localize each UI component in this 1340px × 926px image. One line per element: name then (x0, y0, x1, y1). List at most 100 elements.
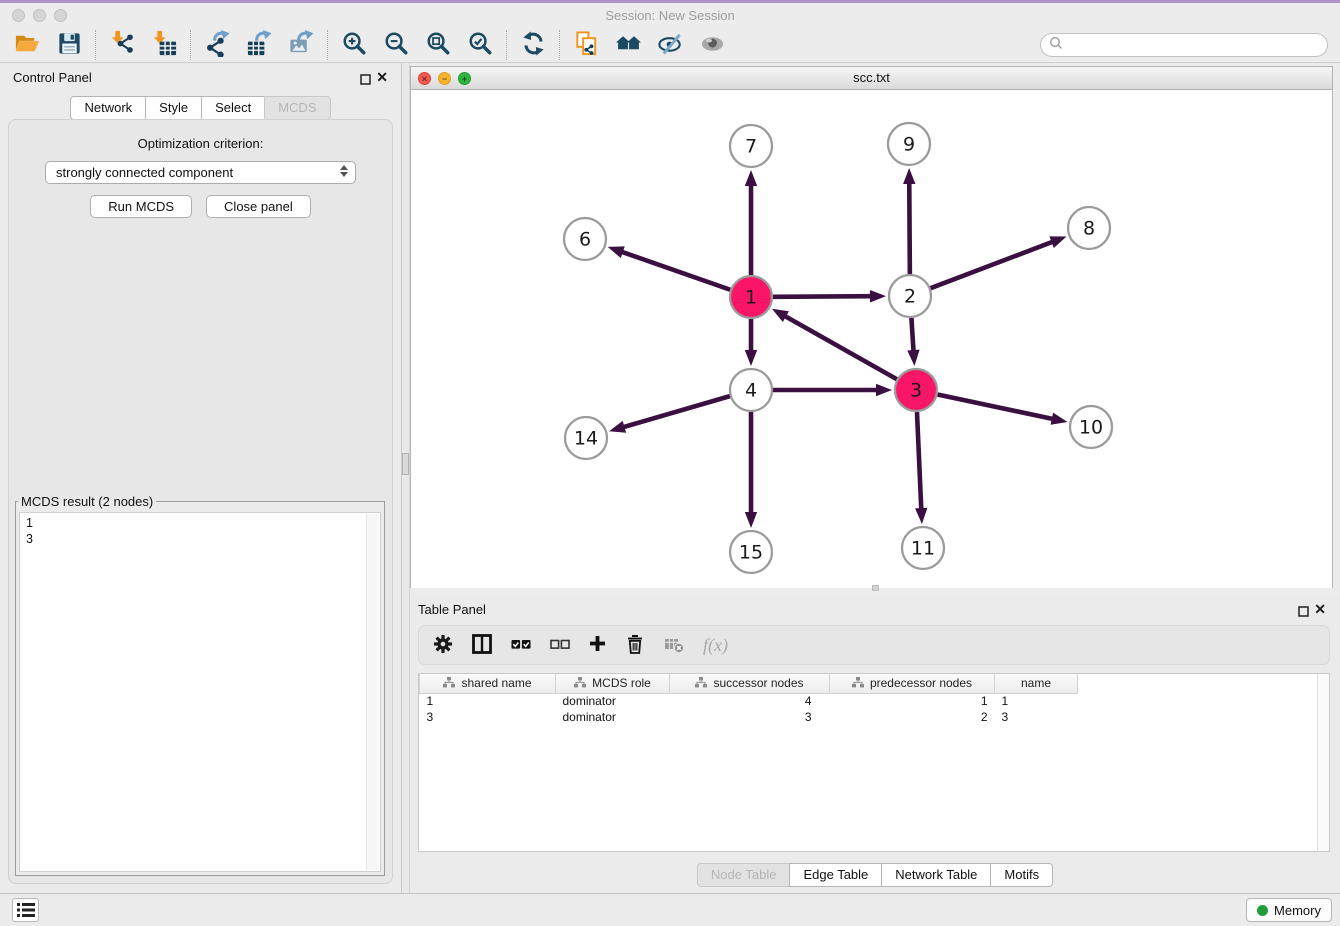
tab-network-table[interactable]: Network Table (881, 863, 991, 887)
column-header-successor-nodes[interactable]: successor nodes (670, 674, 830, 693)
tab-mcds[interactable]: MCDS (264, 96, 330, 120)
network-close-button[interactable]: × (418, 72, 431, 85)
table-cell[interactable]: dominator (556, 709, 670, 725)
export-table-button[interactable] (238, 29, 280, 61)
graph-node-label: 4 (745, 380, 757, 402)
mcds-panel: Optimization criterion: strongly connect… (8, 119, 393, 884)
homes-button[interactable] (607, 29, 649, 61)
table-cell[interactable]: 4 (670, 693, 830, 709)
add-column-button[interactable] (589, 631, 606, 659)
table-cell[interactable]: 2 (830, 709, 995, 725)
delete-column-button[interactable] (625, 631, 645, 659)
import-network-button[interactable] (101, 29, 143, 61)
resize-handle[interactable] (872, 585, 879, 591)
close-panel-icon[interactable]: ✕ (376, 69, 388, 85)
close-panel-button[interactable]: Close panel (206, 195, 311, 218)
table-row[interactable]: 1dominator411 (420, 693, 1078, 709)
deselect-all-icon (550, 637, 570, 654)
folder-open-button[interactable] (6, 29, 48, 61)
zoom-out-button[interactable] (375, 29, 417, 61)
network-graph[interactable]: 1234678910111415 (411, 90, 1332, 586)
network-window-titlebar[interactable]: × − + scc.txt (410, 66, 1333, 90)
edge-arrowhead (745, 512, 757, 528)
save-button[interactable] (48, 29, 90, 61)
zoom-fit-button[interactable] (417, 29, 459, 61)
column-header-name[interactable]: name (995, 674, 1078, 693)
splitter-grip[interactable] (402, 453, 409, 475)
network-zoom-button[interactable]: + (458, 72, 471, 85)
edge-arrowhead (915, 508, 927, 524)
result-scrollbar[interactable] (366, 514, 379, 870)
column-header-MCDS-role[interactable]: MCDS role (556, 674, 670, 693)
delete-table-button[interactable] (664, 631, 684, 659)
edge-2-9[interactable] (909, 181, 910, 274)
graph-node-label: 15 (739, 542, 763, 564)
table-cell[interactable]: dominator (556, 693, 670, 709)
refresh-button[interactable] (512, 29, 554, 61)
table-cell[interactable]: 1 (830, 693, 995, 709)
edge-1-2[interactable] (773, 296, 873, 297)
edge-3-10[interactable] (938, 395, 1055, 420)
eye-slash-button[interactable] (649, 29, 691, 61)
tab-select[interactable]: Select (201, 96, 265, 120)
search-box[interactable] (1040, 33, 1328, 57)
network-view-canvas[interactable]: 1234678910111415 (410, 90, 1333, 588)
table-cell[interactable]: 3 (670, 709, 830, 725)
table-cell[interactable]: 3 (995, 709, 1078, 725)
edge-3-1[interactable] (783, 315, 897, 379)
graph-node-label: 14 (574, 428, 598, 450)
import-table-button[interactable] (143, 29, 185, 61)
table-cell[interactable]: 3 (420, 709, 556, 725)
edge-2-3[interactable] (911, 318, 913, 353)
toolbar-separator (506, 30, 507, 60)
zoom-selected-button[interactable] (459, 29, 501, 61)
tab-network[interactable]: Network (70, 96, 146, 120)
columns-button[interactable] (472, 631, 492, 659)
export-network-button[interactable] (196, 29, 238, 61)
select-all-button[interactable] (511, 631, 531, 659)
table-cell[interactable]: 1 (420, 693, 556, 709)
table-panel-header: Table Panel ✕ (410, 595, 1340, 625)
float-panel-icon[interactable] (1298, 604, 1309, 615)
deselect-all-button[interactable] (550, 631, 570, 659)
function-builder-button[interactable]: f(x) (703, 631, 728, 659)
columns-icon (472, 634, 492, 657)
task-history-button[interactable] (12, 898, 39, 922)
vertical-splitter[interactable] (401, 63, 410, 893)
memory-button[interactable]: Memory (1246, 898, 1332, 922)
column-header-shared-name[interactable]: shared name (420, 674, 556, 693)
gear-button[interactable] (433, 631, 453, 659)
tab-motifs[interactable]: Motifs (990, 863, 1053, 887)
float-panel-icon[interactable] (360, 72, 371, 83)
minimize-window-button[interactable] (33, 9, 46, 22)
mcds-result-list[interactable]: 13 (19, 512, 381, 872)
run-mcds-button[interactable]: Run MCDS (90, 195, 192, 218)
edge-arrowhead (1049, 236, 1066, 248)
tab-edge-table[interactable]: Edge Table (789, 863, 882, 887)
edge-2-8[interactable] (931, 241, 1055, 288)
table-cell[interactable]: 1 (995, 693, 1078, 709)
copy-network-button[interactable] (565, 29, 607, 61)
edge-4-14[interactable] (622, 396, 730, 428)
add-column-icon (589, 635, 606, 655)
column-header-predecessor-nodes[interactable]: predecessor nodes (830, 674, 995, 693)
table-row[interactable]: 3dominator323 (420, 709, 1078, 725)
tab-node-table[interactable]: Node Table (697, 863, 791, 887)
export-image-button[interactable] (280, 29, 322, 61)
edge-1-6[interactable] (620, 251, 730, 290)
tab-style[interactable]: Style (145, 96, 202, 120)
zoom-in-button[interactable] (333, 29, 375, 61)
zoom-window-button[interactable] (54, 9, 67, 22)
close-window-button[interactable] (12, 9, 25, 22)
network-minimize-button[interactable]: − (438, 72, 451, 85)
eye-button[interactable] (691, 29, 733, 61)
main-toolbar (0, 28, 1340, 63)
edge-3-11[interactable] (917, 412, 921, 511)
graph-node-label: 8 (1083, 218, 1095, 240)
table-scrollbar[interactable] (1317, 674, 1329, 851)
edge-arrowhead (608, 246, 625, 258)
search-input[interactable] (1063, 38, 1327, 53)
control-panel-title: Control Panel (13, 70, 92, 85)
optimization-criterion-select[interactable]: strongly connected component (45, 161, 356, 184)
close-panel-icon[interactable]: ✕ (1314, 601, 1326, 617)
